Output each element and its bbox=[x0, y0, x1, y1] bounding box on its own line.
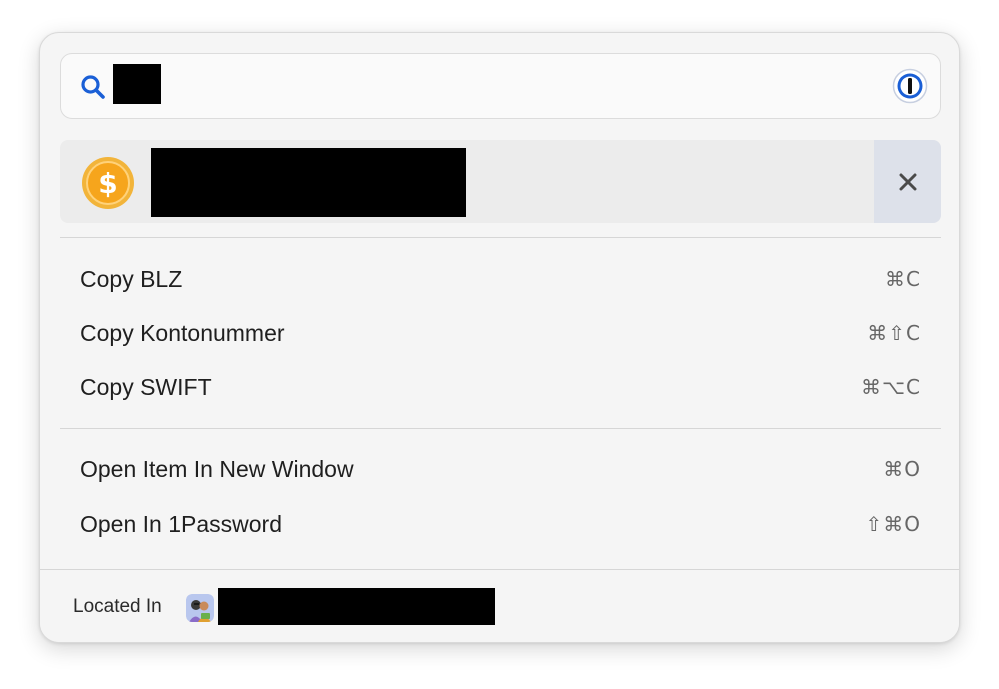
located-in-label: Located In bbox=[73, 596, 162, 617]
menu-item-shortcut: ⌘⌥C bbox=[860, 375, 921, 399]
menu-item-label: Open In 1Password bbox=[80, 510, 283, 537]
close-button[interactable] bbox=[874, 140, 941, 223]
menu-item-label: Copy BLZ bbox=[80, 265, 183, 292]
coin-icon: $ bbox=[82, 157, 134, 209]
svg-text:$: $ bbox=[98, 167, 117, 200]
1password-icon[interactable] bbox=[892, 68, 928, 104]
menu-item-label: Copy SWIFT bbox=[80, 373, 212, 400]
menu-item-label: Copy Kontonummer bbox=[80, 319, 285, 346]
vault-name-redacted[interactable] bbox=[218, 588, 495, 625]
copy-swift-item[interactable]: Copy SWIFT ⌘⌥C bbox=[60, 365, 941, 409]
menu-item-shortcut: ⌘C bbox=[885, 267, 921, 291]
menu-item-shortcut: ⇧⌘O bbox=[865, 512, 921, 536]
divider bbox=[60, 237, 941, 238]
quick-access-panel: $ Copy BLZ ⌘C Copy Kontonummer ⌘⇧C Copy … bbox=[39, 32, 960, 643]
menu-item-shortcut: ⌘O bbox=[883, 457, 921, 481]
open-in-new-window-item[interactable]: Open Item In New Window ⌘O bbox=[60, 447, 941, 491]
search-query-redacted[interactable] bbox=[113, 64, 161, 104]
footer: Located In bbox=[40, 569, 959, 642]
menu-item-shortcut: ⌘⇧C bbox=[867, 321, 921, 345]
vault-avatar-icon[interactable] bbox=[186, 594, 214, 622]
menu-item-label: Open Item In New Window bbox=[80, 455, 354, 482]
copy-kontonummer-item[interactable]: Copy Kontonummer ⌘⇧C bbox=[60, 311, 941, 355]
search-bar[interactable] bbox=[60, 53, 941, 119]
close-icon bbox=[899, 173, 916, 190]
divider bbox=[60, 428, 941, 429]
open-in-1password-item[interactable]: Open In 1Password ⇧⌘O bbox=[60, 502, 941, 546]
item-title-redacted bbox=[151, 148, 466, 217]
selected-item[interactable]: $ bbox=[60, 140, 941, 223]
copy-blz-item[interactable]: Copy BLZ ⌘C bbox=[60, 257, 941, 301]
search-icon bbox=[81, 75, 105, 99]
